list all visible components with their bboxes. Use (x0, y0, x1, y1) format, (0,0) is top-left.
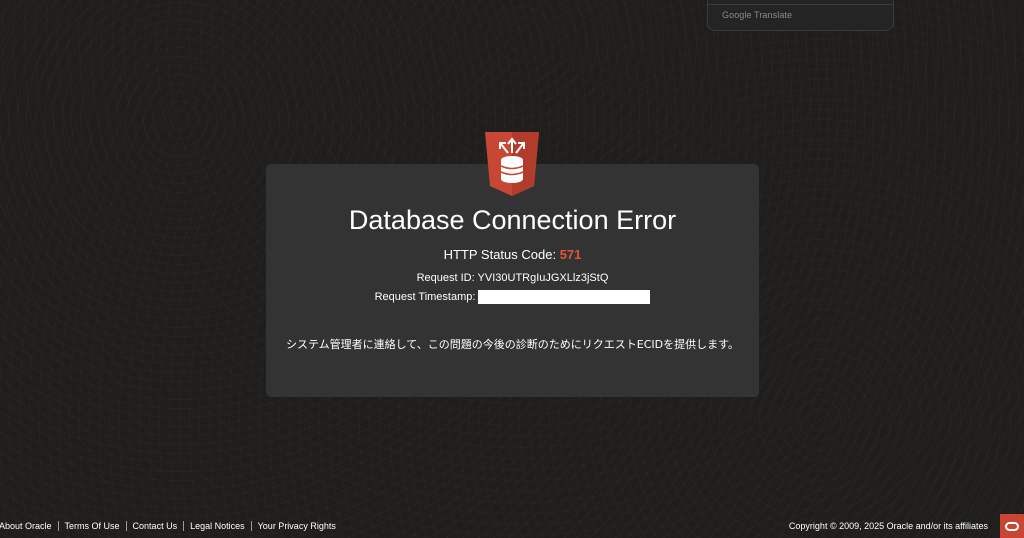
request-id-value: YVI30UTRgIuJGXLlz3jStQ (477, 272, 609, 284)
error-message: システム管理者に連絡して、この問題の今後の診断のためにリクエストECIDを提供し… (285, 338, 740, 351)
request-id-line: Request ID: YVI30UTRgIuJGXLlz3jStQ (266, 272, 759, 284)
request-timestamp-value (478, 290, 651, 304)
copyright-text: Copyright © 2009, 2025 Oracle and/or its… (788, 521, 988, 531)
request-timestamp-label: Request Timestamp: (374, 291, 476, 303)
footer-links: About Oracle Terms Of Use Contact Us Leg… (0, 521, 336, 531)
request-id-label: Request ID: (416, 272, 475, 284)
footer-separator (250, 521, 252, 531)
footer-link-contact-us[interactable]: Contact Us (133, 521, 178, 531)
error-title: Database Connection Error (348, 205, 677, 235)
error-card: Database Connection Error HTTP Status Co… (266, 164, 759, 397)
http-status-code: 571 (559, 247, 582, 262)
footer-link-legal-notices[interactable]: Legal Notices (190, 521, 245, 531)
oracle-logo-icon[interactable] (1000, 514, 1024, 538)
footer-link-privacy-rights[interactable]: Your Privacy Rights (258, 521, 336, 531)
request-timestamp-line: Request Timestamp: (266, 290, 759, 304)
oracle-ring-shape (1005, 521, 1019, 531)
footer-separator (183, 521, 185, 531)
http-status-label: HTTP Status Code: (443, 247, 557, 262)
footer-separator (57, 521, 59, 531)
database-icon (485, 132, 539, 196)
google-translate-label: Google Translate (722, 10, 793, 20)
translate-divider (708, 4, 893, 5)
footer-link-terms-of-use[interactable]: Terms Of Use (65, 521, 120, 531)
footer-separator (125, 521, 127, 531)
http-status-line: HTTP Status Code: 571 (266, 247, 759, 262)
footer-link-about-oracle[interactable]: About Oracle (0, 521, 52, 531)
google-translate-widget[interactable]: Google Translate (707, 0, 894, 31)
